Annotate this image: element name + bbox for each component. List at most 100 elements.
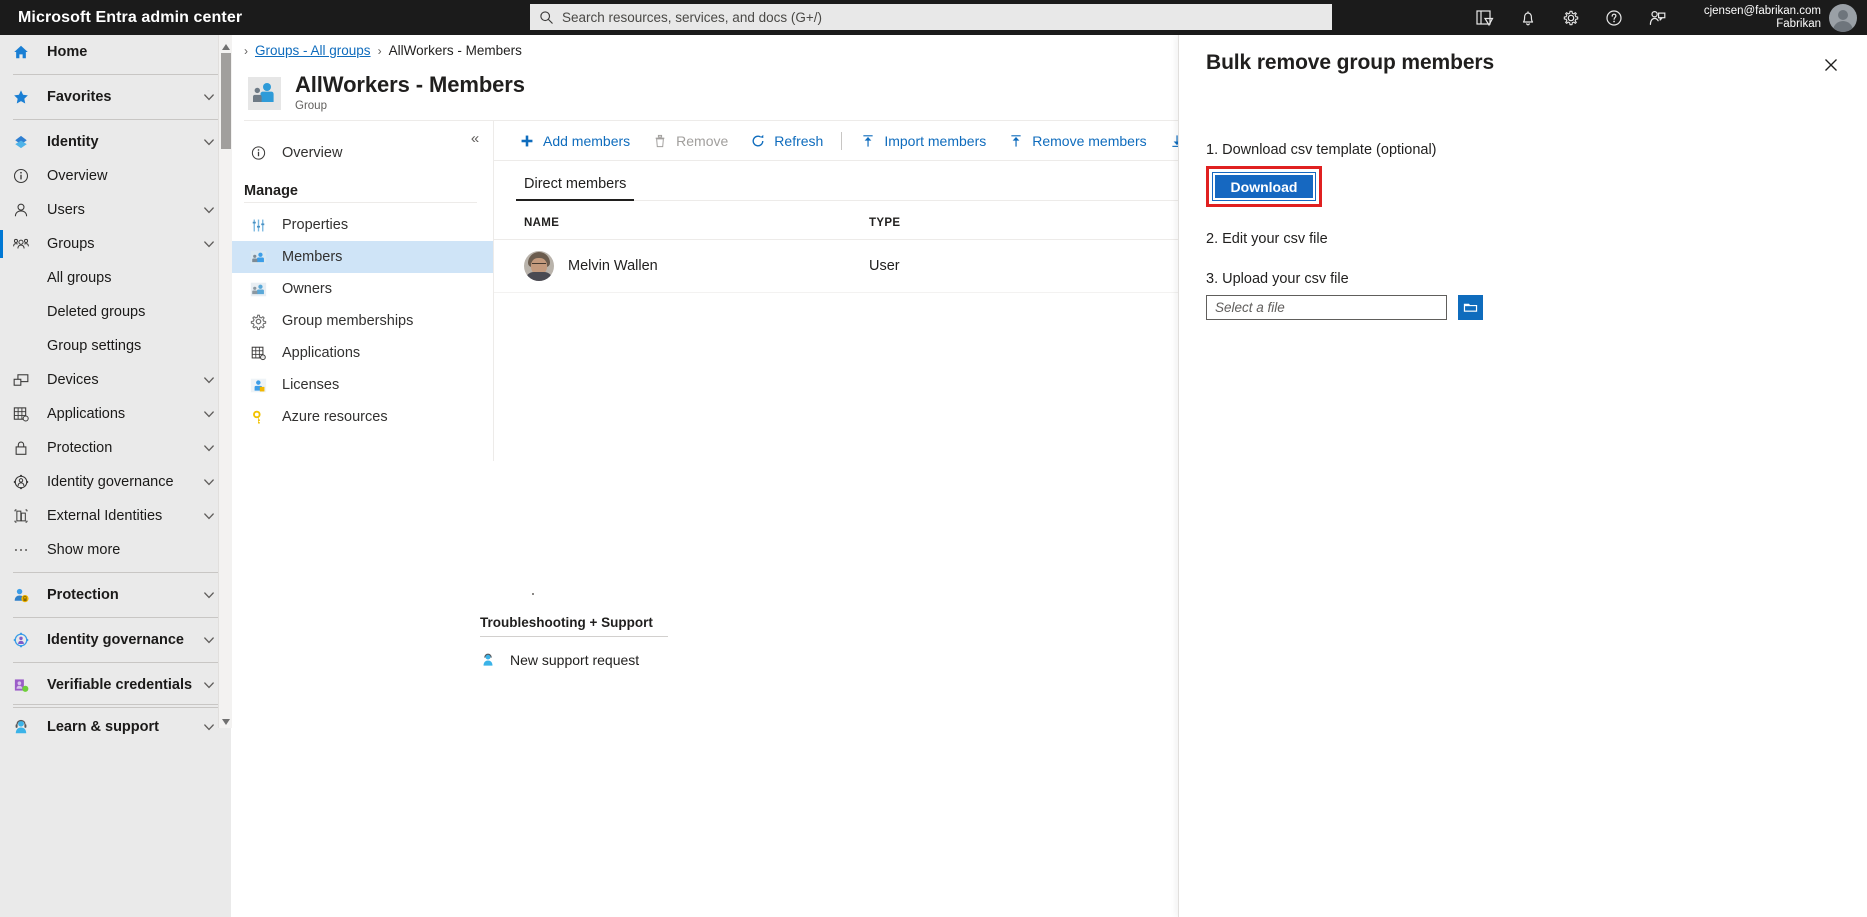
chevron-down-icon[interactable] [203,238,215,250]
cell-name: Melvin Wallen [494,239,869,293]
blade-menu-item-group-memberships[interactable]: Group memberships [232,305,493,337]
breadcrumb-link-all-groups[interactable]: Groups - All groups [255,43,371,58]
sidebar-item-label: External Identities [47,508,163,524]
blade-menu-item-label: Overview [282,145,343,161]
toolbar-import-members-button[interactable]: Import members [849,127,997,155]
blade-menu-item-label: Group memberships [282,313,414,329]
avatar[interactable] [1829,3,1857,32]
global-search-box[interactable] [530,4,1332,30]
chevron-down-icon[interactable] [203,374,215,386]
blade-menu-item-label: Azure resources [282,409,388,425]
select-a-file-input[interactable] [1206,295,1447,320]
verifiable-credentials-icon [10,675,32,695]
chevron-down-icon[interactable] [203,136,215,148]
chevron-down-icon[interactable] [203,442,215,454]
learn-support-icon [10,717,32,737]
info-circle-icon [250,145,267,162]
support-items: New support request [480,645,680,675]
account-menu[interactable]: cjensen@fabrikan.com Fabrikan [1704,0,1867,35]
sidebar-item-verifiable-credentials[interactable]: Verifiable credentials [0,668,231,702]
toolbar-add-members-button[interactable]: Add members [508,127,641,155]
close-icon[interactable] [1817,51,1845,79]
page-scrollbar[interactable] [218,35,232,728]
sidebar-item-label: Protection [47,587,119,603]
toolbar-remove-members-button[interactable]: Remove members [997,127,1157,155]
chevron-down-icon[interactable] [203,634,215,646]
sidebar-item-overview[interactable]: Overview [0,159,231,193]
chevron-down-icon[interactable] [203,204,215,216]
step1-label: 1. Download csv template (optional) [1206,142,1437,158]
feedback-person-icon[interactable] [1647,8,1667,28]
sidebar-subitem-deleted-groups[interactable]: Deleted groups [0,295,231,329]
menu-group-label-manage: Manage [244,183,298,199]
chevron-down-icon[interactable] [203,589,215,601]
applications-grid-icon [10,404,32,424]
scroll-up-arrow-icon[interactable] [221,39,231,50]
licenses-icon [250,377,267,394]
cloud-shell-icon[interactable] [1475,8,1495,28]
sidebar-item-applications[interactable]: Applications [0,397,231,431]
breadcrumb-current: AllWorkers - Members [388,43,522,58]
sidebar-item-devices[interactable]: Devices [0,363,231,397]
sidebar-item-identity-governance[interactable]: Identity governance [0,623,231,657]
tab-direct-members[interactable]: Direct members [516,176,635,201]
entra-admin-center-app: Microsoft Entra admin center Search reso… [0,0,1867,917]
toolbar-refresh-button[interactable]: Refresh [739,127,834,155]
nav-divider [13,572,218,573]
settings-gear-icon[interactable] [1561,8,1581,28]
chevron-down-icon[interactable] [203,721,215,733]
notifications-bell-icon[interactable] [1518,8,1538,28]
help-question-icon[interactable] [1604,8,1624,28]
sidebar-item-groups[interactable]: Groups [0,227,231,261]
sidebar-item-label: Verifiable credentials [47,677,193,693]
toolbar-separator [841,131,843,150]
blade-menu-item-licenses[interactable]: Licenses [232,369,493,401]
blade-menu-item-properties[interactable]: Properties [232,209,493,241]
chevron-down-icon[interactable] [203,679,215,691]
sidebar-item-home[interactable]: Home [0,35,231,69]
search-input[interactable] [562,6,1323,28]
blade-menu-item-label: Applications [282,345,361,361]
chevron-down-icon[interactable] [203,408,215,420]
sidebar-item-identity-governance[interactable]: Identity governance [0,465,231,499]
blade-menu-item-label: Members [282,249,343,265]
sidebar-item-users[interactable]: Users [0,193,231,227]
folder-icon[interactable] [1458,295,1483,320]
blade-menu-item-azure-resources[interactable]: Azure resources [232,401,493,433]
top-header-bar: Microsoft Entra admin center Search reso… [0,0,1867,35]
sidebar-item-protection[interactable]: Protection [0,431,231,465]
sidebar-item-external-identities[interactable]: External Identities [0,499,231,533]
star-icon [10,87,32,107]
chevron-down-icon[interactable] [203,476,215,488]
step2-label: 2. Edit your csv file [1206,231,1328,247]
download-csv-template-button[interactable]: Download [1212,172,1316,201]
chevron-down-icon[interactable] [203,91,215,103]
sidebar-item-protection[interactable]: Protection [0,578,231,612]
sidebar-item-learn-support[interactable]: Learn & support [0,710,231,744]
nav-list: Home Favorites Identity Overview Users Groups… [0,35,231,744]
support-item-new-support-request[interactable]: New support request [480,645,680,675]
sidebar-item-identity[interactable]: Identity [0,125,231,159]
blade-menu-item-overview[interactable]: Overview [232,137,493,169]
toolbar-button-label: Remove [676,132,729,149]
sidebar-item-show-more[interactable]: Show more [0,533,231,567]
sidebar-subitem-group-settings[interactable]: Group settings [0,329,231,363]
chevron-down-icon[interactable] [203,510,215,522]
pane-title: Bulk remove group members [1206,51,1495,74]
blade-menu-item-label: Properties [282,217,349,233]
blade-menu-item-members[interactable]: Members [232,241,493,273]
page-subtitle: Group [295,100,327,113]
scrollbar-thumb[interactable] [221,53,231,149]
sidebar-item-label: Protection [47,440,113,456]
toolbar-remove-button: Remove [641,127,739,155]
blade-menu-item-applications[interactable]: Applications [232,337,493,369]
sidebar-subitem-all-groups[interactable]: All groups [0,261,231,295]
scroll-down-arrow-icon[interactable] [221,714,231,725]
blade-menu-item-owners[interactable]: Owners [232,273,493,305]
properties-sliders-icon [250,217,267,234]
blade-menu-top-items: Overview [232,137,493,169]
key-icon [250,409,267,426]
devices-icon [10,370,32,390]
sidebar-item-favorites[interactable]: Favorites [0,80,231,114]
collapse-menu-icon[interactable]: « [465,129,485,149]
